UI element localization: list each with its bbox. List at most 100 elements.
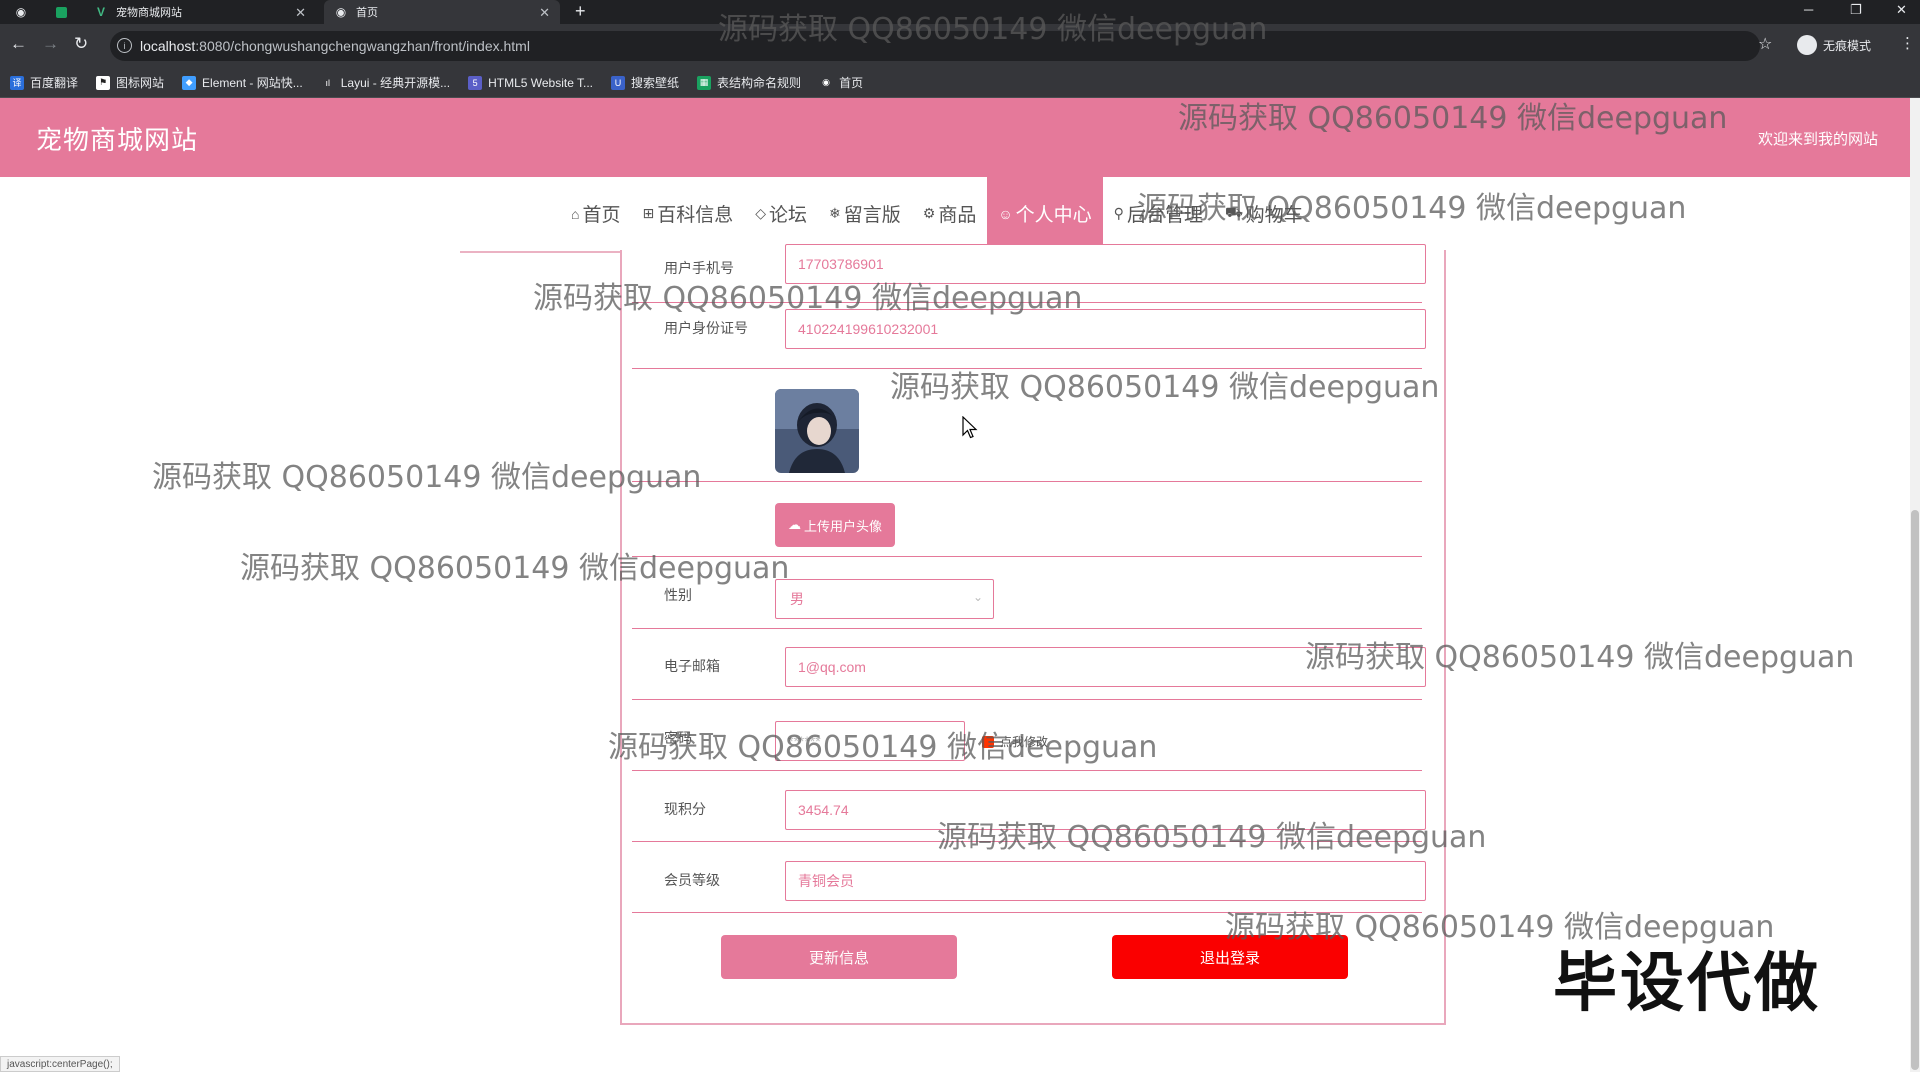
- bookmark-item[interactable]: ▦ 表结构命名规则: [697, 74, 801, 91]
- bookmark-label: 首页: [839, 76, 864, 90]
- bookmark-item[interactable]: ◆ Element - 网站快...: [182, 74, 303, 91]
- form-row-idcard: 用户身份证号 410224199610232001: [632, 303, 1426, 369]
- bookmark-item[interactable]: U 搜索壁纸: [611, 74, 679, 91]
- level-field[interactable]: 青铜会员: [785, 861, 1426, 901]
- back-icon[interactable]: ←: [10, 34, 27, 54]
- form-row-email: 电子邮箱 1@qq.com: [632, 629, 1426, 700]
- close-tab-icon[interactable]: ✕: [295, 5, 306, 21]
- snowflake-icon: ❄: [829, 205, 841, 221]
- bookmarks-bar: 译百度翻译 ⚑ 图标网站 ◆ Element - 网站快... ıl Layui - …: [0, 68, 1920, 98]
- layui-icon: ıl: [325, 77, 330, 88]
- password-field[interactable]: ******: [775, 721, 965, 761]
- tab-title: 宠物商城网站: [116, 7, 182, 19]
- close-tab-icon[interactable]: ✕: [539, 5, 550, 21]
- html5-icon: 5: [468, 75, 483, 90]
- nav-item-user-center[interactable]: ☺ 个人中心: [987, 177, 1103, 250]
- pinned-tab-sheet-icon[interactable]: [52, 3, 70, 21]
- bookmark-item[interactable]: 5 HTML5 Website T...: [468, 75, 594, 90]
- home-icon: ⌂: [571, 205, 580, 222]
- translate-icon: 译: [10, 75, 24, 90]
- bookmark-item[interactable]: ◉ 首页: [819, 74, 863, 91]
- bookmark-item[interactable]: ⚑ 图标网站: [96, 74, 164, 91]
- nav-item-encyclopedia[interactable]: ⊞ 百科信息: [631, 177, 744, 250]
- logout-button[interactable]: 退出登录: [1112, 935, 1348, 979]
- reload-icon[interactable]: ↻: [74, 34, 88, 54]
- form-row-phone: 用户手机号 17703786901: [632, 244, 1426, 303]
- forward-icon[interactable]: →: [42, 34, 59, 54]
- nav-item-home[interactable]: ⌂ 首页: [560, 177, 631, 250]
- change-password-label: 点我修改: [1000, 735, 1049, 749]
- element-icon: ◆: [182, 75, 197, 90]
- edit-icon: [982, 735, 994, 748]
- form-row-gender: 性别: [632, 557, 1422, 629]
- bookmark-label: 搜索壁纸: [631, 76, 680, 90]
- nav-label: 首页: [582, 205, 621, 226]
- restore-icon[interactable]: ❐: [1850, 2, 1862, 18]
- idcard-field[interactable]: 410224199610232001: [785, 309, 1426, 349]
- gender-value: 男: [790, 591, 804, 607]
- globe-icon: ◉: [822, 77, 830, 87]
- points-field[interactable]: 3454.74: [785, 790, 1426, 830]
- update-info-button[interactable]: 更新信息: [721, 935, 957, 979]
- incognito-profile[interactable]: 无痕模式: [1797, 35, 1871, 55]
- tag-icon: ◇: [755, 205, 767, 221]
- url-host: localhost: [140, 38, 196, 54]
- email-label: 电子邮箱: [664, 658, 720, 674]
- overlay-caption: 毕设代做: [1553, 947, 1821, 1021]
- email-field[interactable]: 1@qq.com: [785, 647, 1426, 687]
- divider: [460, 251, 620, 253]
- user-avatar: [775, 389, 859, 473]
- address-bar: ← → ↻ localhost:8080/chongwushangchengwa…: [0, 24, 1920, 68]
- minimize-icon[interactable]: ─: [1804, 2, 1813, 17]
- browser-tab-active[interactable]: ◉ 首页 ✕: [324, 0, 560, 24]
- change-password-link[interactable]: 点我修改: [982, 733, 1048, 750]
- nav-item-admin[interactable]: ⚲ 后台管理: [1103, 177, 1214, 250]
- site-title: 宠物商城网站: [36, 125, 199, 155]
- vue-logo-icon: V: [96, 5, 105, 19]
- nav-label: 留言版: [843, 205, 901, 226]
- link-icon: ⚲: [1113, 205, 1124, 221]
- main-nav: ⌂ 首页 ⊞ 百科信息 ◇ 论坛 ❄ 留言版 ⚙ 商品 ☺ 个人中心 ⚲ 后台管理 ⛟ 购物车: [560, 177, 1314, 250]
- bookmark-item[interactable]: ıl Layui - 经典开源模...: [321, 74, 450, 91]
- window-close-icon[interactable]: ✕: [1896, 2, 1907, 18]
- browser-menu-icon[interactable]: ⋮: [1900, 34, 1915, 52]
- grid-icon: ⊞: [642, 205, 655, 221]
- site-info-icon[interactable]: i: [117, 38, 132, 53]
- gender-select[interactable]: 男 ⌄: [775, 579, 994, 619]
- browser-tab-inactive[interactable]: V 宠物商城网站 ✕: [84, 0, 316, 24]
- bookmark-label: HTML5 Website T...: [488, 75, 594, 90]
- nav-item-products[interactable]: ⚙ 商品: [912, 177, 988, 250]
- nav-item-cart[interactable]: ⛟ 购物车: [1214, 177, 1314, 250]
- form-row-points: 现积分 3454.74: [632, 771, 1426, 842]
- site-header: 宠物商城网站 欢迎来到我的网站: [0, 98, 1910, 177]
- upload-avatar-button[interactable]: ☁ 上传用户头像: [775, 503, 895, 547]
- nav-item-guestbook[interactable]: ❄ 留言版: [818, 177, 912, 250]
- level-label: 会员等级: [664, 872, 720, 888]
- url-field[interactable]: localhost:8080/chongwushangchengwangzhan…: [110, 31, 1760, 61]
- new-tab-button[interactable]: +: [575, 1, 586, 22]
- url-path: :8080/chongwushangchengwangzhan/front/in…: [195, 38, 530, 54]
- bookmark-label: Element - 网站快...: [202, 76, 303, 90]
- bookmark-label: Layui - 经典开源模...: [340, 76, 451, 90]
- tab-title: 首页: [356, 7, 378, 19]
- bookmark-label: 图标网站: [116, 76, 165, 90]
- form-row-upload: [632, 482, 1422, 557]
- user-icon: ☺: [998, 205, 1013, 222]
- pinned-tab-globe-icon[interactable]: ◉: [12, 3, 30, 21]
- bookmark-star-icon[interactable]: ☆: [1758, 34, 1772, 54]
- phone-label: 用户手机号: [664, 260, 734, 276]
- phone-field[interactable]: 17703786901: [785, 244, 1426, 284]
- bookmark-label: 表结构命名规则: [717, 76, 802, 90]
- browser-tab-bar: ◉ V 宠物商城网站 ✕ ◉ 首页 ✕ + ─ ❐ ✕: [0, 0, 1920, 24]
- bookmark-item[interactable]: 译百度翻译: [10, 74, 78, 91]
- gear-icon: ⚙: [922, 205, 936, 221]
- nav-item-forum[interactable]: ◇ 论坛: [744, 177, 818, 250]
- flag-icon: ⚑: [96, 75, 111, 90]
- mouse-cursor-icon: [962, 416, 978, 439]
- scrollbar-thumb[interactable]: [1911, 510, 1919, 1070]
- wallpaper-icon: U: [611, 75, 626, 90]
- user-info-form: 用户手机号 17703786901 用户身份证号 410224199610232…: [620, 244, 1446, 1025]
- cloud-upload-icon: ☁: [787, 517, 801, 532]
- incognito-icon: [1797, 35, 1817, 55]
- chevron-down-icon: ⌄: [972, 590, 983, 604]
